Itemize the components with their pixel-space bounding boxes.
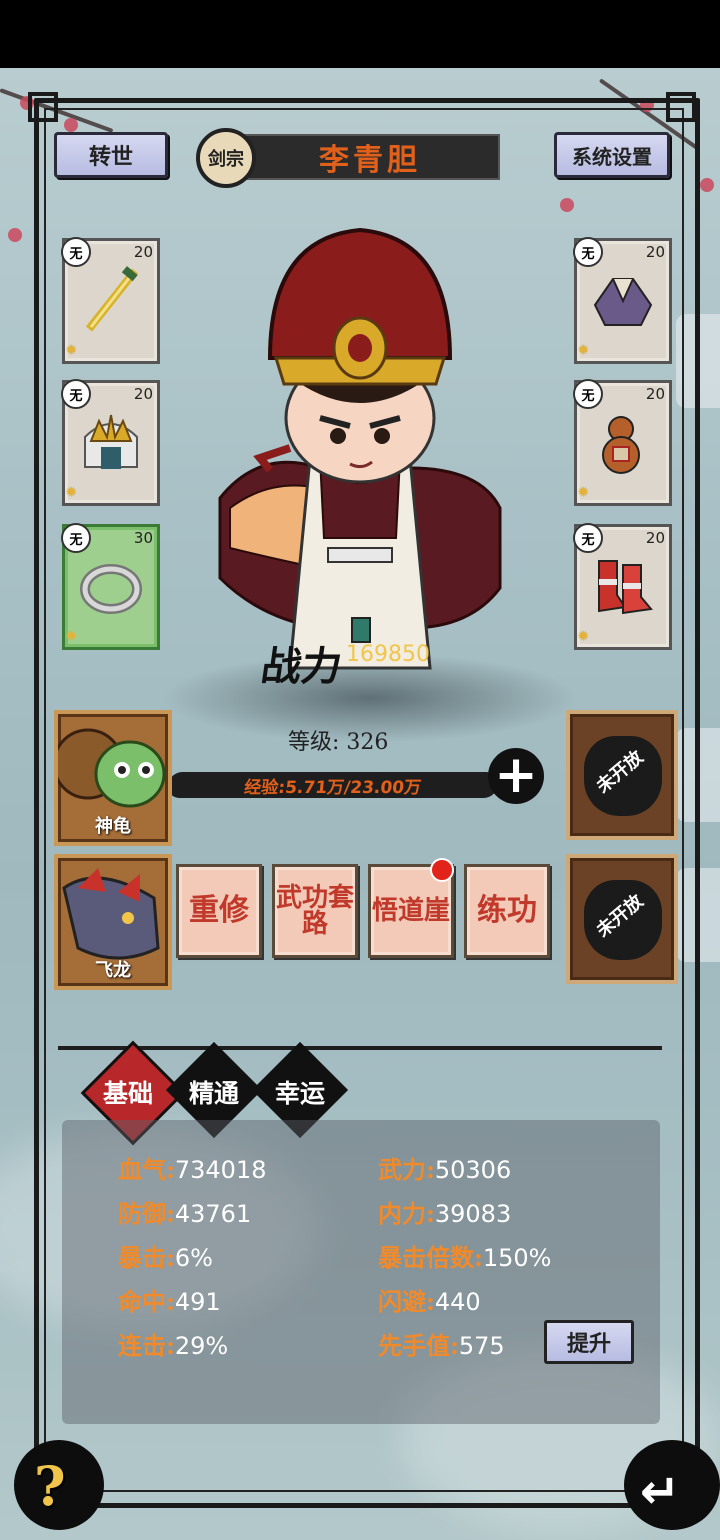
pet-name: 神龟 (95, 816, 131, 837)
pet-name: 飞龙 (95, 960, 131, 981)
rebirth-button[interactable]: 转世 (54, 132, 168, 178)
element-badge: 无 (573, 237, 603, 267)
stat-defense: 防御:43761 (118, 1199, 252, 1228)
equip-slot-boots[interactable]: 无 20 ✹ (573, 523, 672, 650)
frame-corner (666, 92, 696, 122)
level-text: 等级: 326 (288, 730, 389, 755)
locked-slot: 未开放 (566, 710, 678, 840)
equip-slot-armor[interactable]: 无 20 ✹ (573, 237, 672, 364)
upgrade-button[interactable]: 提升 (544, 1320, 634, 1364)
plum-blossom (8, 228, 22, 242)
locked-slot: 未开放 (566, 854, 678, 984)
tab-basic[interactable]: 基础 (88, 1074, 168, 1110)
robe-icon (593, 278, 653, 326)
settings-button[interactable]: 系统设置 (554, 132, 670, 178)
practice-button[interactable]: 练功 (464, 864, 550, 958)
power-value: 169850 (346, 642, 430, 667)
pet-slot-dragon[interactable]: 飞龙 (54, 854, 172, 990)
retrain-button[interactable]: 重修 (176, 864, 262, 958)
spark-icon: ✹ (65, 627, 78, 645)
equip-slot-weapon[interactable]: 无 20 ✹ (61, 237, 160, 364)
spark-icon: ✹ (65, 341, 78, 359)
stat-dodge: 闪避:440 (378, 1287, 481, 1316)
martial-arts-button[interactable]: 武功套路 (272, 864, 358, 958)
add-exp-button[interactable]: + (488, 748, 544, 804)
equip-level: 20 (133, 385, 153, 403)
section-divider (58, 1046, 662, 1050)
ring-icon (80, 564, 142, 614)
stat-crit: 暴击:6% (118, 1243, 213, 1272)
stat-initiative: 先手值:575 (378, 1331, 505, 1360)
equip-level: 20 (645, 529, 665, 547)
spark-icon: ✹ (577, 483, 590, 501)
tab-luck[interactable]: 幸运 (260, 1074, 340, 1110)
spark-icon: ✹ (577, 627, 590, 645)
frame-corner (28, 92, 58, 122)
element-badge: 无 (61, 237, 91, 267)
pet-slot-turtle[interactable]: 神龟 (54, 710, 172, 846)
character-portrait (218, 227, 502, 670)
equip-level: 20 (645, 243, 665, 261)
spark-icon: ✹ (577, 341, 590, 359)
spark-icon: ✹ (65, 483, 78, 501)
help-button[interactable]: ? (34, 1454, 86, 1522)
plum-blossom (700, 178, 714, 192)
stat-hit: 命中:491 (118, 1287, 221, 1316)
crown-icon (84, 414, 138, 469)
exp-bar: 经验:5.71万/23.00万 (166, 772, 500, 798)
stat-inner-power: 内力:39083 (378, 1199, 512, 1228)
power-label: 战力 (258, 643, 345, 690)
stat-crit-multiplier: 暴击倍数:150% (378, 1243, 552, 1272)
sword-icon (85, 266, 139, 332)
tab-mastery[interactable]: 精通 (174, 1074, 254, 1110)
gourd-icon (602, 416, 640, 474)
stat-combo: 连击:29% (118, 1331, 229, 1360)
equip-level: 30 (133, 529, 153, 547)
equip-slot-helmet[interactable]: 无 20 ✹ (61, 379, 160, 506)
sect-badge: 剑宗 (196, 128, 256, 188)
equip-slot-accessory[interactable]: 无 20 ✹ (573, 379, 672, 506)
element-badge: 无 (573, 379, 603, 409)
game-screen: 转世 剑宗 李青胆 系统设置 无 20 ✹ 无 20 ✹ 无 30 ✹ 无 20… (0, 68, 720, 1540)
element-badge: 无 (61, 379, 91, 409)
element-badge: 无 (61, 523, 91, 553)
character-name: 李青胆 (240, 134, 500, 180)
notification-dot (430, 858, 454, 882)
equip-slot-ring[interactable]: 无 30 ✹ (61, 523, 160, 650)
stat-attack: 武力:50306 (378, 1155, 512, 1184)
element-badge: 无 (573, 523, 603, 553)
exp-text: 经验:5.71万/23.00万 (243, 777, 423, 798)
back-arrow-icon[interactable]: ↵ (640, 1464, 700, 1520)
equip-level: 20 (133, 243, 153, 261)
boots-icon (598, 560, 653, 615)
equip-level: 20 (645, 385, 665, 403)
stat-hp: 血气:734018 (118, 1155, 267, 1184)
